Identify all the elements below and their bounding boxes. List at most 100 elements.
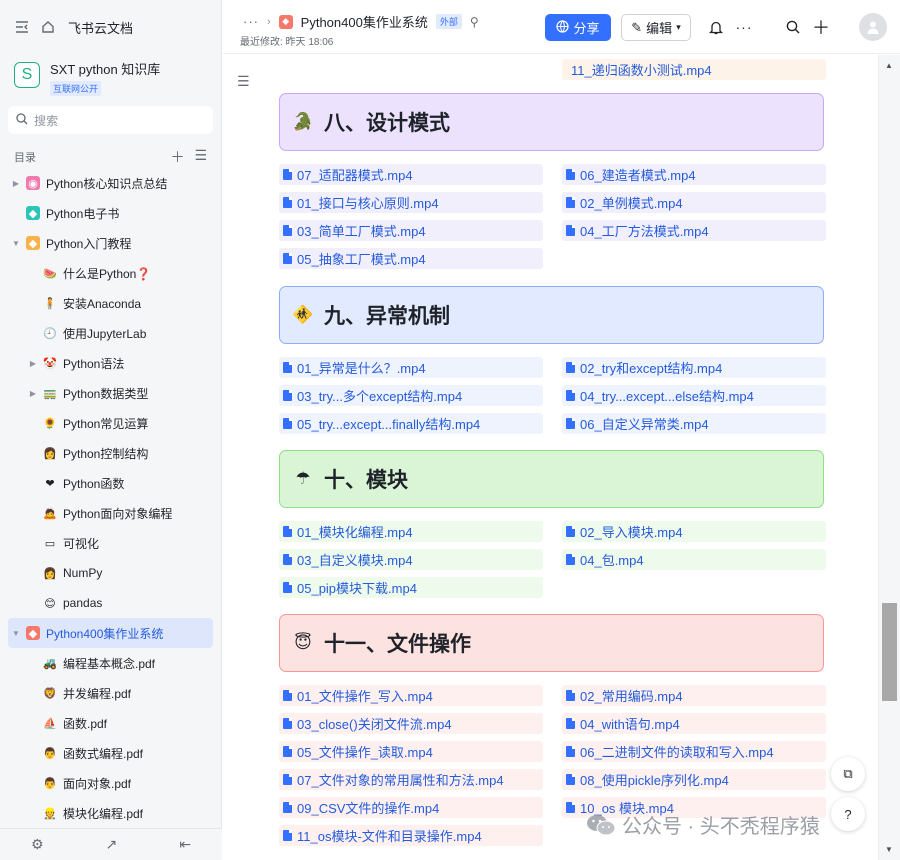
- toc-item[interactable]: ▶ ◉ Python核心知识点总结: [0, 168, 221, 198]
- toc-item[interactable]: ▶🦁并发编程.pdf: [0, 678, 221, 708]
- file-link[interactable]: 09_CSV文件的操作.mp4: [279, 797, 543, 818]
- file-name: 04_包.mp4: [580, 553, 644, 568]
- scroll-up-arrow-icon[interactable]: ▲: [885, 61, 893, 70]
- toc-item[interactable]: ▶🚜编程基本概念.pdf: [0, 648, 221, 678]
- file-link[interactable]: 03_try...多个except结构.mp4: [279, 385, 543, 406]
- scroll-down-arrow-icon[interactable]: ▼: [885, 845, 893, 854]
- toc-item[interactable]: ▶▭可视化: [0, 528, 221, 558]
- toc-item[interactable]: ▶🧍安装Anaconda: [0, 288, 221, 318]
- file-link[interactable]: 11_递归函数小测试.mp4: [562, 59, 826, 80]
- section-block: ☂ 十、模块 01_模块化编程.mp4 02_导入模块.mp4 03_自定义模块.mp4…: [279, 450, 826, 598]
- toc-item[interactable]: ▶ 🤡 Python语法: [0, 348, 221, 378]
- home-icon[interactable]: [40, 19, 56, 35]
- file-name: 07_文件对象的常用属性和方法.mp4: [297, 773, 504, 788]
- collapse-sidebar-icon[interactable]: [14, 19, 30, 35]
- settings-icon[interactable]: ⚙: [31, 836, 44, 853]
- file-link[interactable]: 01_模块化编程.mp4: [279, 521, 543, 542]
- toc-item[interactable]: ▶🙇Python面向对象编程: [0, 498, 221, 528]
- collapse-icon[interactable]: ⇤: [179, 836, 191, 853]
- home-link[interactable]: 飞书云文档: [68, 18, 133, 37]
- toc-item[interactable]: ▶👩NumPy: [0, 558, 221, 588]
- toc-item[interactable]: ▶◆Python电子书: [0, 198, 221, 228]
- share-out-icon[interactable]: ↗: [106, 836, 118, 853]
- file-link[interactable]: 04_try...except...else结构.mp4: [562, 385, 826, 406]
- toc-item-label: Python入门教程: [46, 236, 132, 251]
- toc-item[interactable]: ▼ ◆ Python入门教程: [0, 228, 221, 258]
- toc-item[interactable]: ▼ ◆ Python400集作业系统: [8, 618, 213, 648]
- edit-button[interactable]: ✎ 编辑 ▾: [621, 14, 691, 41]
- video-file-icon: [283, 197, 292, 208]
- toc-item[interactable]: ▶❤Python函数: [0, 468, 221, 498]
- toc-item[interactable]: ▶🕘使用JupyterLab: [0, 318, 221, 348]
- video-file-icon: [283, 554, 292, 565]
- video-file-icon: [566, 554, 575, 565]
- toc-item[interactable]: ▶🍉什么是Python❓: [0, 258, 221, 288]
- file-name: 09_CSV文件的操作.mp4: [297, 801, 440, 816]
- file-link[interactable]: 03_close()关闭文件流.mp4: [279, 713, 543, 734]
- scrollbar-thumb[interactable]: [882, 603, 897, 701]
- file-link[interactable]: 03_简单工厂模式.mp4: [279, 220, 543, 241]
- search-icon[interactable]: [784, 18, 802, 36]
- file-link[interactable]: 07_文件对象的常用属性和方法.mp4: [279, 769, 543, 790]
- expand-right-icon[interactable]: ▶: [27, 389, 39, 398]
- knowledge-base-header[interactable]: S SXT python 知识库 互联网公开: [0, 54, 221, 100]
- file-link[interactable]: 04_with语句.mp4: [562, 713, 826, 734]
- file-name: 05_pip模块下载.mp4: [297, 581, 417, 596]
- file-name: 03_close()关闭文件流.mp4: [297, 717, 452, 732]
- file-link[interactable]: 06_二进制文件的读取和写入.mp4: [562, 741, 826, 762]
- file-link[interactable]: 07_适配器模式.mp4: [279, 164, 543, 185]
- expand-down-icon[interactable]: ▼: [10, 239, 22, 248]
- file-link[interactable]: 06_建造者模式.mp4: [562, 164, 826, 185]
- file-link[interactable]: 08_使用pickle序列化.mp4: [562, 769, 826, 790]
- file-link[interactable]: 05_pip模块下载.mp4: [279, 577, 543, 598]
- expand-down-icon[interactable]: ▼: [10, 629, 22, 638]
- file-link[interactable]: 11_os模块-文件和目录操作.mp4: [279, 825, 543, 846]
- avatar[interactable]: [859, 13, 887, 41]
- toc-menu-icon[interactable]: ☰: [194, 147, 207, 167]
- toc-item[interactable]: ▶🌻Python常见运算: [0, 408, 221, 438]
- page-icon: ▭: [44, 537, 56, 550]
- bell-icon[interactable]: [707, 18, 725, 36]
- file-link[interactable]: 06_自定义异常类.mp4: [562, 413, 826, 434]
- toc-item[interactable]: ▶😊pandas: [0, 588, 221, 618]
- toc-item[interactable]: ▶⛵函数.pdf: [0, 708, 221, 738]
- file-link[interactable]: 04_包.mp4: [562, 549, 826, 570]
- expand-right-icon[interactable]: ▶: [10, 179, 22, 188]
- doc-info-button[interactable]: ⧉: [831, 757, 865, 791]
- section-block: 🐊 八、设计模式 07_适配器模式.mp4 06_建造者模式.mp4 01_接口与核心原…: [279, 93, 826, 269]
- file-link[interactable]: 02_导入模块.mp4: [562, 521, 826, 542]
- more-path-icon[interactable]: ···: [243, 14, 259, 29]
- help-button[interactable]: ?: [831, 797, 865, 831]
- file-link[interactable]: 05_try...except...finally结构.mp4: [279, 413, 543, 434]
- plus-icon[interactable]: ＋: [812, 18, 830, 38]
- file-link[interactable]: 01_异常是什么？.mp4: [279, 357, 543, 378]
- search-box[interactable]: 搜索: [8, 106, 213, 134]
- toc-item[interactable]: ▶👩Python控制结构: [0, 438, 221, 468]
- file-link[interactable]: 01_接口与核心原则.mp4: [279, 192, 543, 213]
- file-name: 04_try...except...else结构.mp4: [580, 389, 754, 404]
- file-link[interactable]: 02_try和except结构.mp4: [562, 357, 826, 378]
- toc-header: 目录 ＋ ☰: [0, 147, 221, 167]
- add-icon[interactable]: ＋: [170, 147, 184, 167]
- file-link[interactable]: 01_文件操作_写入.mp4: [279, 685, 543, 706]
- pin-icon[interactable]: ⚲: [470, 15, 479, 29]
- file-link[interactable]: 02_单例模式.mp4: [562, 192, 826, 213]
- toc-item[interactable]: ▶👨函数式编程.pdf: [0, 738, 221, 768]
- scrollbar[interactable]: ▲ ▼: [878, 55, 900, 860]
- toc-item[interactable]: ▶👷模块化编程.pdf: [0, 798, 221, 828]
- file-link[interactable]: 04_工厂方法模式.mp4: [562, 220, 826, 241]
- file-link[interactable]: 05_抽象工厂模式.mp4: [279, 248, 543, 269]
- toc-item[interactable]: ▶ 🚃 Python数据类型: [0, 378, 221, 408]
- expand-right-icon[interactable]: ▶: [27, 359, 39, 368]
- page-icon: 👩: [43, 567, 57, 580]
- more-icon[interactable]: ···: [735, 18, 753, 36]
- toc-item[interactable]: ▶👨面向对象.pdf: [0, 768, 221, 798]
- breadcrumb-title[interactable]: Python400集作业系统: [301, 12, 428, 31]
- share-button[interactable]: 分享: [545, 14, 611, 41]
- file-link[interactable]: 03_自定义模块.mp4: [279, 549, 543, 570]
- file-link[interactable]: 02_常用编码.mp4: [562, 685, 826, 706]
- file-link[interactable]: 05_文件操作_读取.mp4: [279, 741, 543, 762]
- file-name: 01_接口与核心原则.mp4: [297, 196, 439, 211]
- outline-icon[interactable]: ☰: [237, 73, 250, 90]
- video-file-icon: [283, 225, 292, 236]
